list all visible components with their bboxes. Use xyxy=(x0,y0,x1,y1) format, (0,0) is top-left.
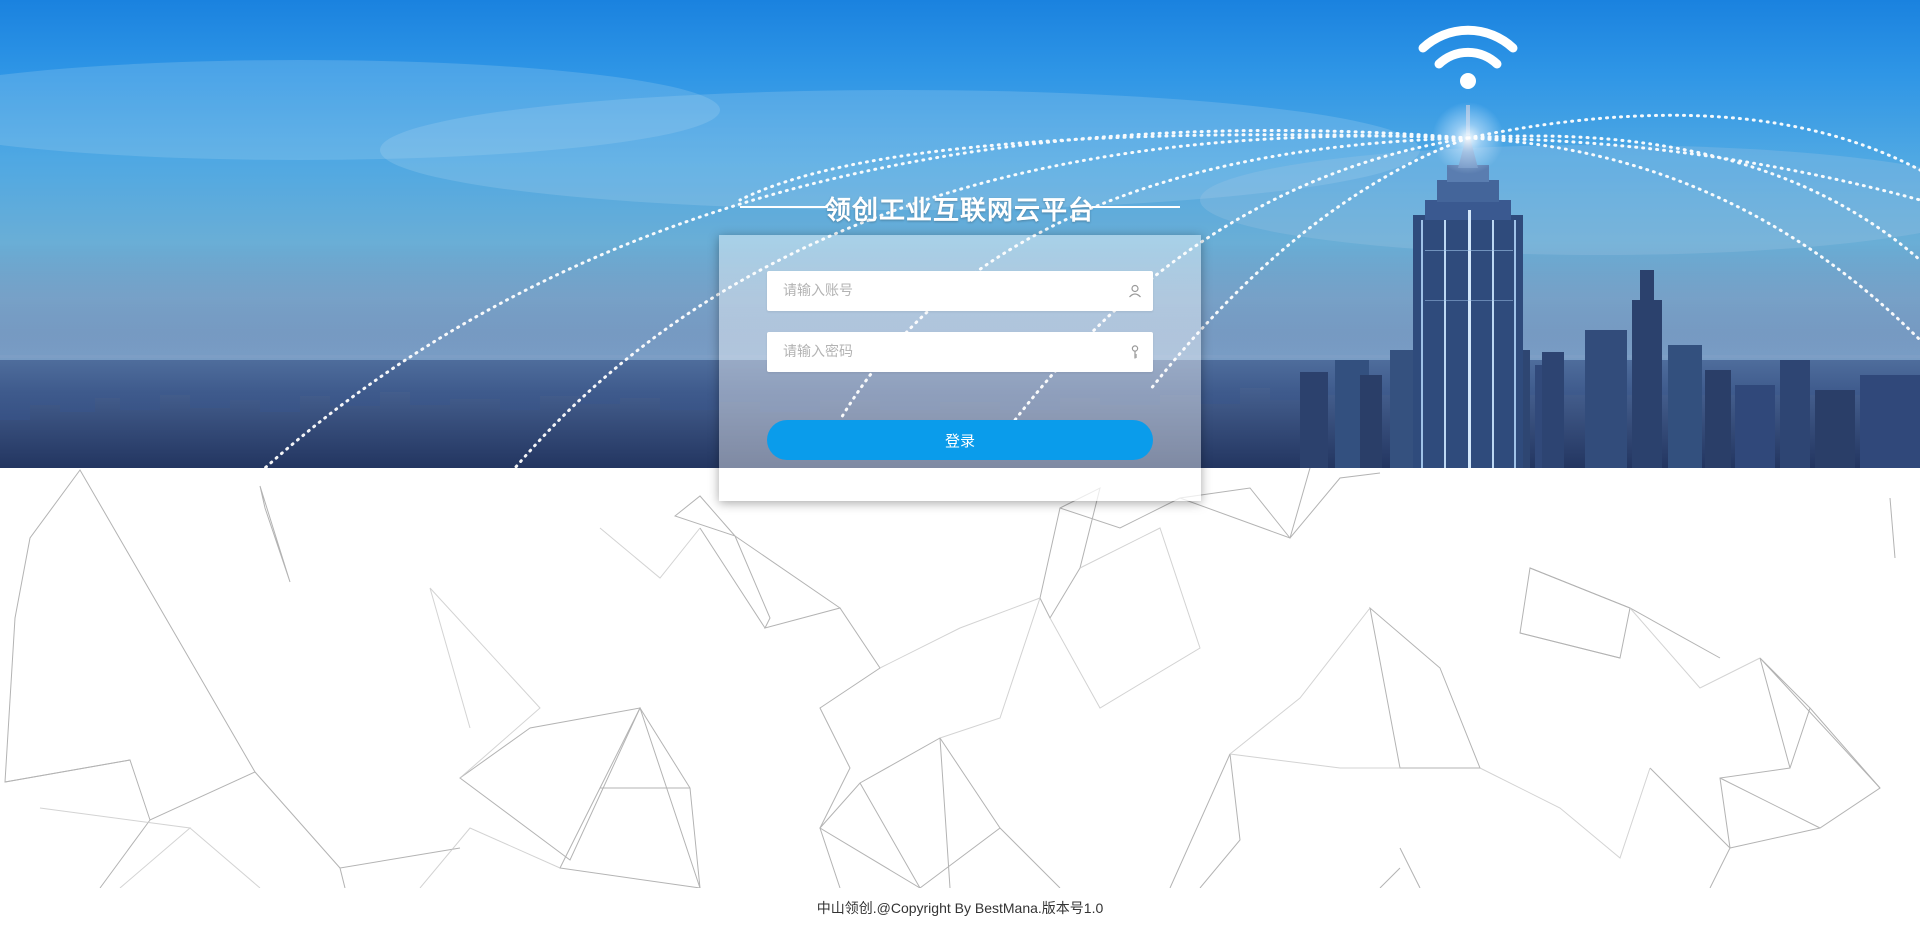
polygon-network-background xyxy=(4,468,1896,888)
user-icon xyxy=(1129,284,1141,298)
wifi-icon xyxy=(1418,25,1518,69)
key-icon xyxy=(1131,345,1139,359)
title-bar: 领创工业互联网云平台 xyxy=(740,186,1180,230)
title-divider-right xyxy=(1092,206,1180,208)
login-page: 领创工业互联网云平台 登录 中山领创.@Copyright By BestMan… xyxy=(0,0,1920,937)
password-field[interactable] xyxy=(767,332,1153,372)
page-title: 领创工业互联网云平台 xyxy=(824,195,1095,226)
account-field[interactable] xyxy=(767,271,1153,311)
login-button[interactable]: 登录 xyxy=(767,420,1153,460)
login-panel-lower xyxy=(719,468,1201,501)
password-input[interactable] xyxy=(767,332,1123,372)
title-divider-left xyxy=(740,206,828,208)
login-panel: 登录 xyxy=(719,235,1201,501)
footer-copyright: 中山领创.@Copyright By BestMana.版本号1.0 xyxy=(816,900,1104,916)
account-input[interactable] xyxy=(767,271,1123,311)
